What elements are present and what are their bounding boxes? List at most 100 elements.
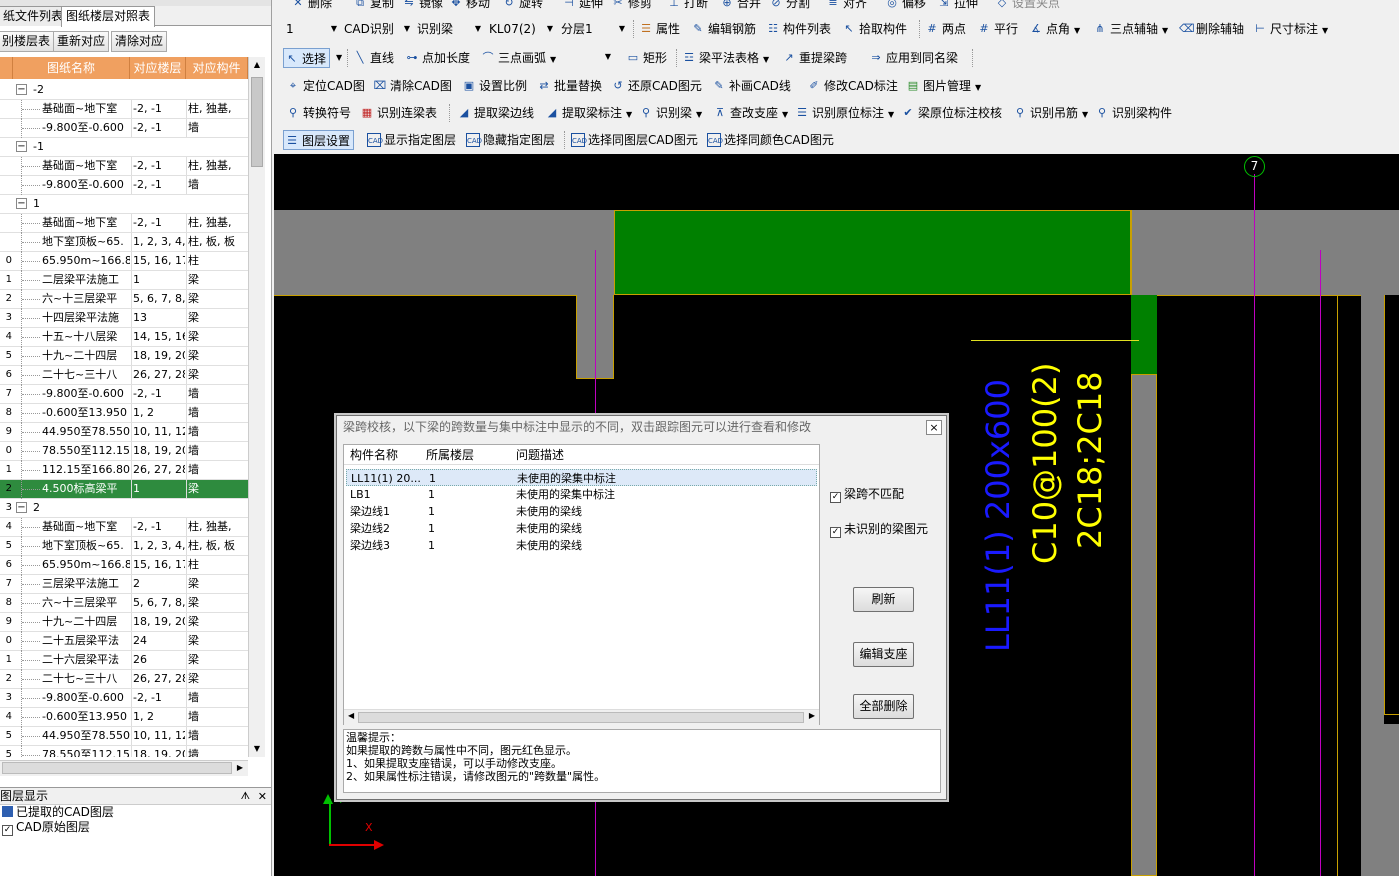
cad-beam-green[interactable] — [614, 210, 1131, 295]
re-extract-span-button[interactable]: ↗ 重提梁跨 — [781, 48, 847, 68]
close-icon[interactable]: ✕ — [258, 788, 267, 805]
scroll-up-icon[interactable]: ▲ — [249, 57, 265, 73]
scroll-left-icon[interactable]: ◀ — [348, 711, 354, 720]
table-row[interactable]: 2 二十七~三十八 26, 27, 28 梁 — [0, 670, 248, 689]
show-layer-button[interactable]: CAD 显示指定图层 — [366, 130, 456, 150]
identify-beam-component-button[interactable]: ⚲ 识别梁构件 — [1094, 103, 1172, 123]
cell-floor[interactable]: 18, 19, 20 — [131, 442, 185, 460]
cell-component[interactable]: 柱, 独基, — [186, 518, 244, 536]
list-col-floor[interactable]: 所属楼层 — [426, 445, 474, 465]
cell-floor[interactable]: 13 — [131, 309, 185, 327]
cell-floor[interactable]: 5, 6, 7, 8, — [131, 290, 185, 308]
floor-select[interactable]: 1 ▼ — [286, 19, 341, 39]
cell-component[interactable]: 墙 — [186, 442, 244, 460]
collapse-icon[interactable]: − — [16, 141, 27, 152]
scroll-right-icon[interactable]: ▶ — [809, 711, 815, 720]
rotate-button[interactable]: ↻ 旋转 — [501, 0, 543, 13]
floor-group-row[interactable]: − -2 — [0, 81, 248, 100]
cell-component[interactable]: 梁 — [186, 480, 244, 498]
cell-component[interactable]: 梁 — [186, 366, 244, 384]
cell-component[interactable]: 梁 — [186, 594, 244, 612]
scroll-down-icon[interactable]: ▼ — [249, 741, 265, 757]
cell-floor[interactable]: 15, 16, 17 — [131, 556, 185, 574]
scroll-thumb[interactable] — [251, 77, 263, 167]
cell-floor[interactable]: -2, -1 — [131, 689, 185, 707]
dialog-title[interactable]: 梁跨校核，以下梁的跨数量与集中标注中显示的不同，双击跟踪图元可以进行查看和修改 — [337, 416, 946, 438]
table-row[interactable]: 7 三层梁平法施工 2 梁 — [0, 575, 248, 594]
two-point-axis-button[interactable]: # 两点 — [924, 19, 966, 39]
edit-support-button[interactable]: 编辑支座 — [853, 642, 914, 667]
cell-component[interactable]: 柱, 板, 板 — [186, 233, 244, 251]
cad-beam-green-vertical[interactable] — [1131, 295, 1157, 375]
cell-floor[interactable]: 5, 6, 7, 8, — [131, 594, 185, 612]
cell-floor[interactable]: 1 — [131, 480, 185, 498]
split-button[interactable]: ⊘ 分割 — [768, 0, 810, 13]
cell-component[interactable]: 墙 — [186, 746, 244, 757]
table-row[interactable]: 6 二十七~三十八 26, 27, 28 梁 — [0, 366, 248, 385]
three-point-axis-button[interactable]: ⋔ 三点辅轴 ▼ — [1092, 19, 1168, 39]
col-floor[interactable]: 对应楼层 — [130, 57, 186, 79]
axis-bubble-7[interactable]: 7 — [1244, 156, 1265, 177]
cell-component[interactable]: 墙 — [186, 423, 244, 441]
image-manage-button[interactable]: ▤ 图片管理 ▼ — [905, 76, 981, 96]
cell-floor[interactable]: -2, -1 — [131, 176, 185, 194]
cell-floor[interactable]: -2, -1 — [131, 385, 185, 403]
extend-button[interactable]: ⊣ 延伸 — [561, 0, 603, 13]
extract-beam-edge-button[interactable]: ◢ 提取梁边线 — [456, 103, 534, 123]
table-row[interactable]: 5 地下室顶板~65. 1, 2, 3, 4, 柱, 板, 板 — [0, 537, 248, 556]
cell-floor[interactable]: 1 — [131, 271, 185, 289]
cell-component[interactable]: 梁 — [186, 632, 244, 650]
set-scale-button[interactable]: ▣ 设置比例 — [461, 76, 527, 96]
grid-vertical-scrollbar[interactable]: ▲ ▼ — [248, 57, 265, 757]
collapse-icon[interactable]: − — [16, 198, 27, 209]
list-horizontal-scrollbar[interactable]: ◀ ▶ — [344, 709, 819, 725]
cell-component[interactable]: 梁 — [186, 290, 244, 308]
cell-component[interactable]: 梁 — [186, 613, 244, 631]
cell-component[interactable]: 柱 — [186, 556, 244, 574]
cell-floor[interactable]: 10, 11, 12 — [131, 423, 185, 441]
cad-rebar-label[interactable]: 2C18;2C18 — [1071, 371, 1109, 549]
copy-button[interactable]: ⧉ 复制 — [352, 0, 394, 13]
floor-group-row[interactable]: 3−2 — [0, 499, 248, 518]
layer-item-original[interactable]: ✓ CAD原始图层 — [0, 820, 271, 836]
table-row[interactable]: 地下室顶板~65. 1, 2, 3, 4, 柱, 板, 板 — [0, 233, 248, 252]
tab-file-list[interactable]: 纸文件列表 — [0, 6, 69, 26]
checkbox-icon[interactable]: ✓ — [830, 527, 841, 538]
table-row[interactable]: 6 65.950m~166.80 15, 16, 17 柱 — [0, 556, 248, 575]
cell-floor[interactable]: -2, -1 — [131, 119, 185, 137]
clear-map-button[interactable]: 清除对应 — [111, 31, 168, 52]
list-col-desc[interactable]: 问题描述 — [516, 445, 564, 465]
cell-component[interactable]: 墙 — [186, 708, 244, 726]
table-row[interactable]: 1 二层梁平法施工 1 梁 — [0, 271, 248, 290]
parallel-axis-button[interactable]: # 平行 — [976, 19, 1018, 39]
cell-floor[interactable]: 18, 19, 20 — [131, 613, 185, 631]
cell-component[interactable]: 柱 — [186, 252, 244, 270]
identify-beam-button[interactable]: ⚲ 识别梁 ▼ — [638, 103, 702, 123]
cell-floor[interactable]: 10, 11, 12 — [131, 727, 185, 745]
offset-button[interactable]: ◎ 偏移 — [884, 0, 926, 13]
hscroll-thumb[interactable] — [2, 762, 232, 774]
cell-component[interactable]: 柱, 独基, — [186, 214, 244, 232]
floor-group-row[interactable]: −1 — [0, 195, 248, 214]
mirror-button[interactable]: ⇋ 镜像 — [401, 0, 443, 13]
table-row[interactable]: 3 -9.800至-0.600 -2, -1 墙 — [0, 689, 248, 708]
cell-floor[interactable]: 2 — [131, 575, 185, 593]
list-item[interactable]: 梁边线1 1 未使用的梁线 — [346, 503, 817, 520]
table-row[interactable]: 8 -0.600至13.950 1, 2墙 — [0, 404, 248, 423]
cell-floor[interactable]: 18, 19, 20 — [131, 347, 185, 365]
cell-component[interactable]: 墙 — [186, 727, 244, 745]
cell-floor[interactable]: 1, 2 — [131, 404, 185, 422]
remap-button[interactable]: 重新对应 — [53, 31, 110, 52]
cell-component[interactable]: 梁 — [186, 651, 244, 669]
cell-floor[interactable]: 1, 2, 3, 4, — [131, 537, 185, 555]
scroll-right-icon[interactable]: ▶ — [234, 761, 246, 775]
table-row[interactable]: 9 十九~二十四层 18, 19, 20 梁 — [0, 613, 248, 632]
cell-component[interactable]: 墙 — [186, 385, 244, 403]
cad-beam-label-blue[interactable]: LL11(1) 200x600 — [979, 379, 1017, 652]
set-grip-button[interactable]: ◇ 设置夹点 — [994, 0, 1060, 13]
col-component[interactable]: 对应构件 — [186, 57, 248, 79]
cell-floor[interactable]: -2, -1 — [131, 100, 185, 118]
table-row[interactable]: 5 78.550至112.15 18, 19, 20 墙 — [0, 746, 248, 757]
cell-floor[interactable]: 26, 27, 28 — [131, 366, 185, 384]
collapse-icon[interactable]: − — [16, 502, 27, 513]
